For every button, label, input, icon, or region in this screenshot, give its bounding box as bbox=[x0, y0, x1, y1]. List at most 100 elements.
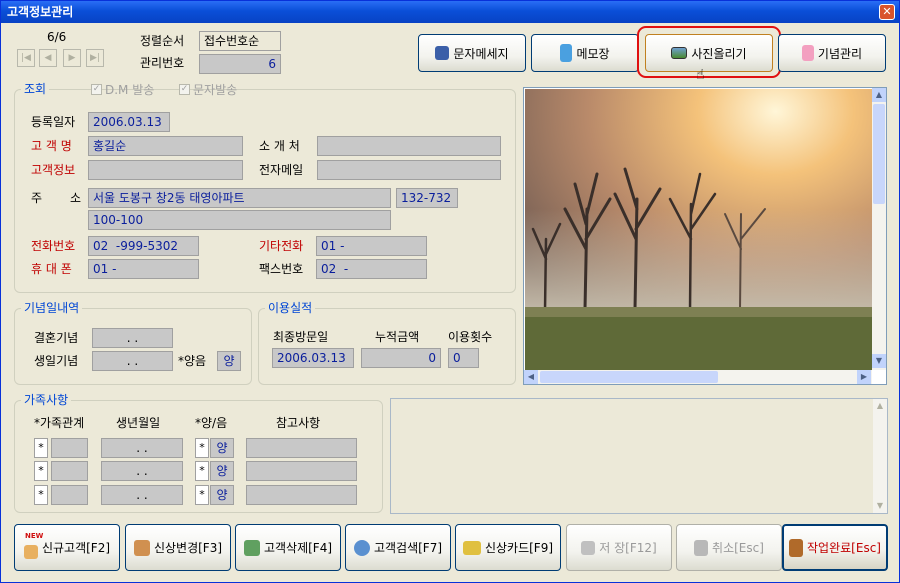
memo-textarea[interactable]: ▲ ▼ bbox=[390, 398, 888, 514]
usage-title: 이용실적 bbox=[265, 301, 316, 315]
reg-date-field[interactable]: 2006.03.13 bbox=[88, 112, 170, 132]
family-relation-field[interactable] bbox=[51, 461, 88, 481]
next-record-icon[interactable]: ▶ bbox=[63, 49, 81, 67]
scroll-up-icon[interactable]: ▲ bbox=[872, 88, 886, 102]
usage-group: 이용실적 bbox=[258, 301, 516, 385]
family-note-field[interactable] bbox=[246, 485, 357, 505]
cake-icon bbox=[801, 45, 814, 61]
scroll-down-icon[interactable]: ▼ bbox=[872, 354, 886, 368]
family-lunar-field[interactable]: 양 bbox=[210, 461, 234, 481]
zip-field[interactable]: 132-732 bbox=[396, 188, 458, 208]
visit-count-field[interactable]: 0 bbox=[448, 348, 479, 368]
anniversary-title: 기념일내역 bbox=[21, 301, 83, 315]
family-relation-field[interactable] bbox=[51, 485, 88, 505]
fax-field[interactable]: 02 - bbox=[316, 259, 427, 279]
family-lunar-marker: * bbox=[195, 461, 209, 481]
photo-panel: ▲ ▼ ◀ ▶ bbox=[523, 87, 887, 385]
edit-person-icon bbox=[133, 539, 150, 556]
photo-vscrollbar[interactable]: ▲ ▼ bbox=[872, 88, 886, 370]
memo-button[interactable]: 메모장 bbox=[531, 34, 639, 72]
info-field[interactable] bbox=[88, 160, 243, 180]
family-note-field[interactable] bbox=[246, 438, 357, 458]
lunar-label: *양음 bbox=[178, 354, 207, 368]
edit-customer-button[interactable]: 신상변경[F3] bbox=[125, 524, 231, 571]
birthday-field[interactable]: . . bbox=[92, 351, 173, 371]
referrer-field[interactable] bbox=[317, 136, 501, 156]
inquiry-title: 조회 bbox=[21, 82, 50, 96]
title-bar: 고객정보관리 ✕ bbox=[1, 1, 899, 23]
anniversary-button[interactable]: 기념관리 bbox=[778, 34, 886, 72]
birthday-label: 생일기념 bbox=[34, 354, 79, 368]
sms-checkbox[interactable]: ✓ bbox=[179, 84, 190, 95]
delete-person-icon bbox=[243, 539, 260, 556]
family-relation-header: *가족관계 bbox=[34, 416, 85, 430]
floppy-icon bbox=[581, 540, 596, 555]
wedding-field[interactable]: . . bbox=[92, 328, 173, 348]
phone-field[interactable]: 02 -999-5302 bbox=[88, 236, 199, 256]
family-row-marker: * bbox=[34, 438, 48, 458]
card-icon bbox=[462, 540, 481, 555]
scroll-up-icon[interactable]: ▲ bbox=[873, 399, 887, 413]
address-field[interactable]: 서울 도봉구 창2동 태영아파트 bbox=[88, 188, 391, 208]
family-note-header: 참고사항 bbox=[276, 416, 321, 430]
other-phone-field[interactable]: 01 - bbox=[316, 236, 427, 256]
fax-label: 팩스번호 bbox=[259, 262, 304, 276]
customer-photo bbox=[525, 89, 873, 370]
address-label-2: 소 bbox=[70, 191, 82, 205]
family-relation-field[interactable] bbox=[51, 438, 88, 458]
memo-vscrollbar[interactable]: ▲ ▼ bbox=[873, 399, 887, 513]
family-lunar-marker: * bbox=[195, 438, 209, 458]
address-detail-field[interactable]: 100-100 bbox=[88, 210, 391, 230]
phone-label: 전화번호 bbox=[31, 239, 76, 253]
last-record-icon[interactable]: ▶| bbox=[86, 49, 104, 67]
finish-button[interactable]: 작업완료[Esc] bbox=[782, 524, 888, 571]
mobile-field[interactable]: 01 - bbox=[88, 259, 199, 279]
photo-hscrollbar[interactable]: ◀ ▶ bbox=[524, 370, 872, 384]
total-amount-field[interactable]: 0 bbox=[361, 348, 441, 368]
save-button[interactable]: 저 장[F12] bbox=[566, 524, 672, 571]
hand-cursor-icon: ☝ bbox=[696, 67, 705, 83]
scroll-down-icon[interactable]: ▼ bbox=[873, 499, 887, 513]
email-field[interactable] bbox=[317, 160, 501, 180]
vscroll-thumb[interactable] bbox=[873, 104, 885, 204]
door-icon bbox=[789, 538, 804, 557]
dm-checkbox[interactable]: ✓ bbox=[91, 84, 102, 95]
photo-upload-button[interactable]: 사진올리기 bbox=[645, 34, 773, 72]
family-lunar-header: *양/음 bbox=[195, 416, 228, 430]
delete-customer-button[interactable]: 고객삭제[F4] bbox=[235, 524, 341, 571]
picture-icon bbox=[671, 47, 688, 59]
sort-select[interactable]: 접수번호순 bbox=[199, 31, 281, 51]
family-birth-field[interactable]: . . bbox=[101, 485, 183, 505]
last-visit-field[interactable]: 2006.03.13 bbox=[272, 348, 354, 368]
mgmt-no-field[interactable]: 6 bbox=[199, 54, 281, 74]
undo-icon bbox=[694, 539, 709, 556]
customer-card-button[interactable]: 신상카드[F9] bbox=[455, 524, 561, 571]
family-row-marker: * bbox=[34, 461, 48, 481]
family-birth-field[interactable]: . . bbox=[101, 461, 183, 481]
family-note-field[interactable] bbox=[246, 461, 357, 481]
message-icon bbox=[435, 46, 450, 60]
sort-label: 정렬순서 bbox=[140, 34, 185, 48]
family-birth-field[interactable]: . . bbox=[101, 438, 183, 458]
reg-date-label: 등록일자 bbox=[31, 115, 76, 129]
prev-record-icon[interactable]: ◀ bbox=[39, 49, 57, 67]
scroll-right-icon[interactable]: ▶ bbox=[857, 370, 871, 384]
scroll-left-icon[interactable]: ◀ bbox=[524, 370, 538, 384]
family-row-marker: * bbox=[34, 485, 48, 505]
info-label: 고객정보 bbox=[31, 163, 76, 177]
new-customer-button[interactable]: NEW 신규고객[F2] bbox=[14, 524, 120, 571]
family-lunar-field[interactable]: 양 bbox=[210, 485, 234, 505]
hscroll-thumb[interactable] bbox=[540, 371, 718, 383]
search-customer-button[interactable]: 고객검색[F7] bbox=[345, 524, 451, 571]
first-record-icon[interactable]: |◀ bbox=[17, 49, 35, 67]
family-lunar-marker: * bbox=[195, 485, 209, 505]
email-label: 전자메일 bbox=[259, 163, 304, 177]
window-title: 고객정보관리 bbox=[7, 5, 74, 19]
family-lunar-field[interactable]: 양 bbox=[210, 438, 234, 458]
name-field[interactable]: 홍길순 bbox=[88, 136, 243, 156]
lunar-field[interactable]: 양 bbox=[217, 351, 241, 371]
close-icon[interactable]: ✕ bbox=[879, 4, 895, 20]
cancel-button[interactable]: 취소[Esc] bbox=[676, 524, 782, 571]
sms-button[interactable]: 문자메세지 bbox=[418, 34, 526, 72]
customer-info-window: 고객정보관리 ✕ 6/6 |◀ ◀ ▶ ▶| 정렬순서 접수번호순 관리번호 6… bbox=[0, 0, 900, 583]
